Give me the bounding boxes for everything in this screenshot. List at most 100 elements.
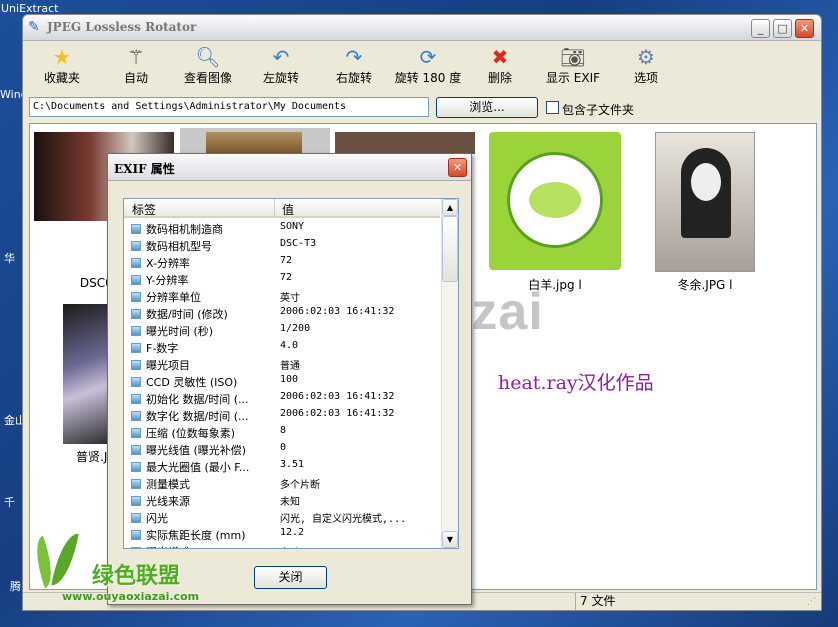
exif-row[interactable]: 分辨率单位 英寸 [124, 288, 440, 305]
exif-tag: 测量模式 [146, 478, 190, 491]
property-icon [131, 445, 141, 455]
resize-grip-icon[interactable]: ⋰ [807, 597, 816, 607]
exif-tag: 分辨率单位 [146, 291, 201, 304]
magic-wand-icon: ⚚ [127, 45, 145, 69]
exif-tag: CCD 灵敏性 (ISO) [146, 376, 238, 389]
exif-tag: 实际焦距长度 (mm) [146, 529, 246, 542]
toolbar-label: 收藏夹 [43, 71, 80, 85]
exif-tag: 闪光 [146, 512, 168, 525]
exif-tag: X-分辨率 [146, 257, 190, 270]
exif-tag: 压缩 (位数每象素) [146, 427, 236, 440]
property-icon [131, 428, 141, 438]
exif-value: 未知 [280, 497, 300, 508]
exif-value: 4.0 [280, 340, 299, 351]
column-header-value[interactable]: 值 [282, 201, 294, 218]
path-input[interactable]: C:\Documents and Settings\Administrator\… [29, 97, 429, 117]
credit-text: heat.ray汉化作品 [498, 372, 654, 394]
exif-row[interactable]: 曝光项目 普通 [124, 356, 440, 373]
thumbnail-image[interactable] [655, 132, 755, 272]
app-icon: ✎ [28, 19, 40, 35]
dialog-title-bar[interactable]: EXIF 属性 ✕ [108, 154, 471, 181]
window-title: JPEG Lossless Rotator [47, 20, 197, 34]
property-icon [131, 241, 141, 251]
dialog-close-icon[interactable]: ✕ [448, 158, 467, 177]
exif-row[interactable]: 曝光模式自动 [124, 543, 440, 548]
property-icon [131, 258, 141, 268]
file-count: 7 文件 [575, 593, 615, 610]
toolbar-label: 删除 [487, 71, 512, 85]
close-button[interactable]: ✕ [795, 19, 814, 38]
thumbnail-caption: 冬余.JPG l [677, 278, 733, 292]
exif-tag: 光线来源 [146, 495, 190, 508]
exif-row[interactable]: F-数字 4.0 [124, 339, 440, 356]
favorites-button[interactable]: ★ 收藏夹 [27, 45, 97, 86]
thumbnail-image[interactable] [335, 132, 475, 154]
desktop-icon-label[interactable]: 华 [4, 250, 15, 266]
exif-value: 2006:02:03 16:41:32 [280, 306, 395, 317]
delete-button[interactable]: ✖ 删除 [465, 45, 535, 86]
exif-row[interactable]: 数码相机型号 DSC-T3 [124, 237, 440, 254]
exif-value: 72 [280, 255, 293, 266]
gears-icon: ⚙ [637, 45, 655, 69]
exif-row[interactable]: Y-分辨率 72 [124, 271, 440, 288]
exif-tag: 曝光模式 [146, 544, 276, 548]
rotate-right-button[interactable]: ↷ 右旋转 [319, 45, 389, 86]
property-icon [131, 326, 141, 336]
dialog-close-button[interactable]: 关闭 [254, 566, 327, 589]
camera-icon: 📷︎ [560, 45, 586, 69]
exif-value: 2006:02:03 16:41:32 [280, 408, 395, 419]
exif-list[interactable]: 标签 值 数码相机制造商 SONY 数码相机型号 DSC-T3 X-分辨率 72 Y-分辨率… [123, 198, 459, 549]
auto-button[interactable]: ⚚ 自动 [101, 45, 171, 86]
exif-row[interactable]: 曝光线值 (曝光补偿) 0 [124, 441, 440, 458]
exif-tag: 最大光圈值 (最小 F... [146, 461, 250, 474]
exif-row[interactable]: X-分辨率 72 [124, 254, 440, 271]
scroll-thumb[interactable] [442, 216, 458, 282]
show-exif-button[interactable]: 📷︎ 显示 EXIF [535, 45, 611, 86]
desktop-icon-label[interactable]: 腾 [10, 578, 21, 594]
exif-row[interactable]: 数据/时间 (修改) 2006:02:03 16:41:32 [124, 305, 440, 322]
toolbar-label: 自动 [123, 71, 148, 85]
exif-row[interactable]: 初始化 数据/时间 (... 2006:02:03 16:41:32 [124, 390, 440, 407]
exif-value: 自动 [280, 544, 300, 548]
exif-value: DSC-T3 [280, 238, 317, 249]
delete-icon: ✖ [491, 45, 509, 69]
maximize-button[interactable]: □ [773, 19, 792, 38]
title-bar[interactable]: ✎ JPEG Lossless Rotator _ □ ✕ [23, 15, 821, 41]
exif-row[interactable]: CCD 灵敏性 (ISO) 100 [124, 373, 440, 390]
subfolders-checkbox[interactable] [546, 101, 559, 114]
rotate-left-button[interactable]: ↶ 左旋转 [246, 45, 316, 86]
toolbar-label: 选项 [633, 71, 658, 85]
exif-row[interactable]: 数码相机制造商 SONY [124, 220, 440, 237]
exif-tag: Y-分辨率 [146, 274, 189, 287]
exif-row[interactable]: 曝光时间 (秒) 1/200 [124, 322, 440, 339]
thumbnail-image[interactable] [489, 132, 621, 270]
exif-dialog: EXIF 属性 ✕ 标签 值 数码相机制造商 SONY 数码相机型号 DSC-T3 X-… [107, 153, 472, 605]
exif-row[interactable]: 测量模式 多个片断 [124, 475, 440, 492]
exif-row[interactable]: 最大光圈值 (最小 F... 3.51 [124, 458, 440, 475]
exif-value: 英寸 [280, 293, 300, 304]
property-icon [131, 292, 141, 302]
browse-button[interactable]: 浏览... [436, 97, 538, 118]
property-icon [131, 360, 141, 370]
rotate-180-button[interactable]: ⟳ 旋转 180 度 [387, 45, 469, 86]
exif-tag: 数据/时间 (修改) [146, 308, 228, 321]
exif-row[interactable]: 实际焦距长度 (mm) 12.2 [124, 526, 440, 543]
scroll-down-icon[interactable]: ▼ [442, 531, 458, 548]
exif-row[interactable]: 光线来源 未知 [124, 492, 440, 509]
toolbar-label: 显示 EXIF [545, 71, 601, 85]
scroll-up-icon[interactable]: ▲ [442, 199, 458, 216]
column-header-tag[interactable]: 标签 [132, 201, 156, 218]
scrollbar[interactable]: ▲ ▼ [441, 199, 458, 548]
exif-value: 闪光, 自定义闪光模式,... [280, 514, 407, 525]
exif-value: 8 [280, 425, 287, 436]
desktop-icon-label[interactable]: 千 [4, 494, 15, 510]
exif-row[interactable]: 闪光 闪光, 自定义闪光模式,... [124, 509, 440, 526]
exif-row[interactable]: 数字化 数据/时间 (... 2006:02:03 16:41:32 [124, 407, 440, 424]
minimize-button[interactable]: _ [751, 19, 770, 38]
exif-row[interactable]: 压缩 (位数每象素) 8 [124, 424, 440, 441]
exif-value: 2006:02:03 16:41:32 [280, 391, 395, 402]
exif-value: 普通 [280, 361, 300, 372]
view-image-button[interactable]: 🔍︎ 查看图像 [173, 45, 243, 86]
list-header: 标签 值 [124, 199, 440, 218]
options-button[interactable]: ⚙ 选项 [611, 45, 681, 86]
